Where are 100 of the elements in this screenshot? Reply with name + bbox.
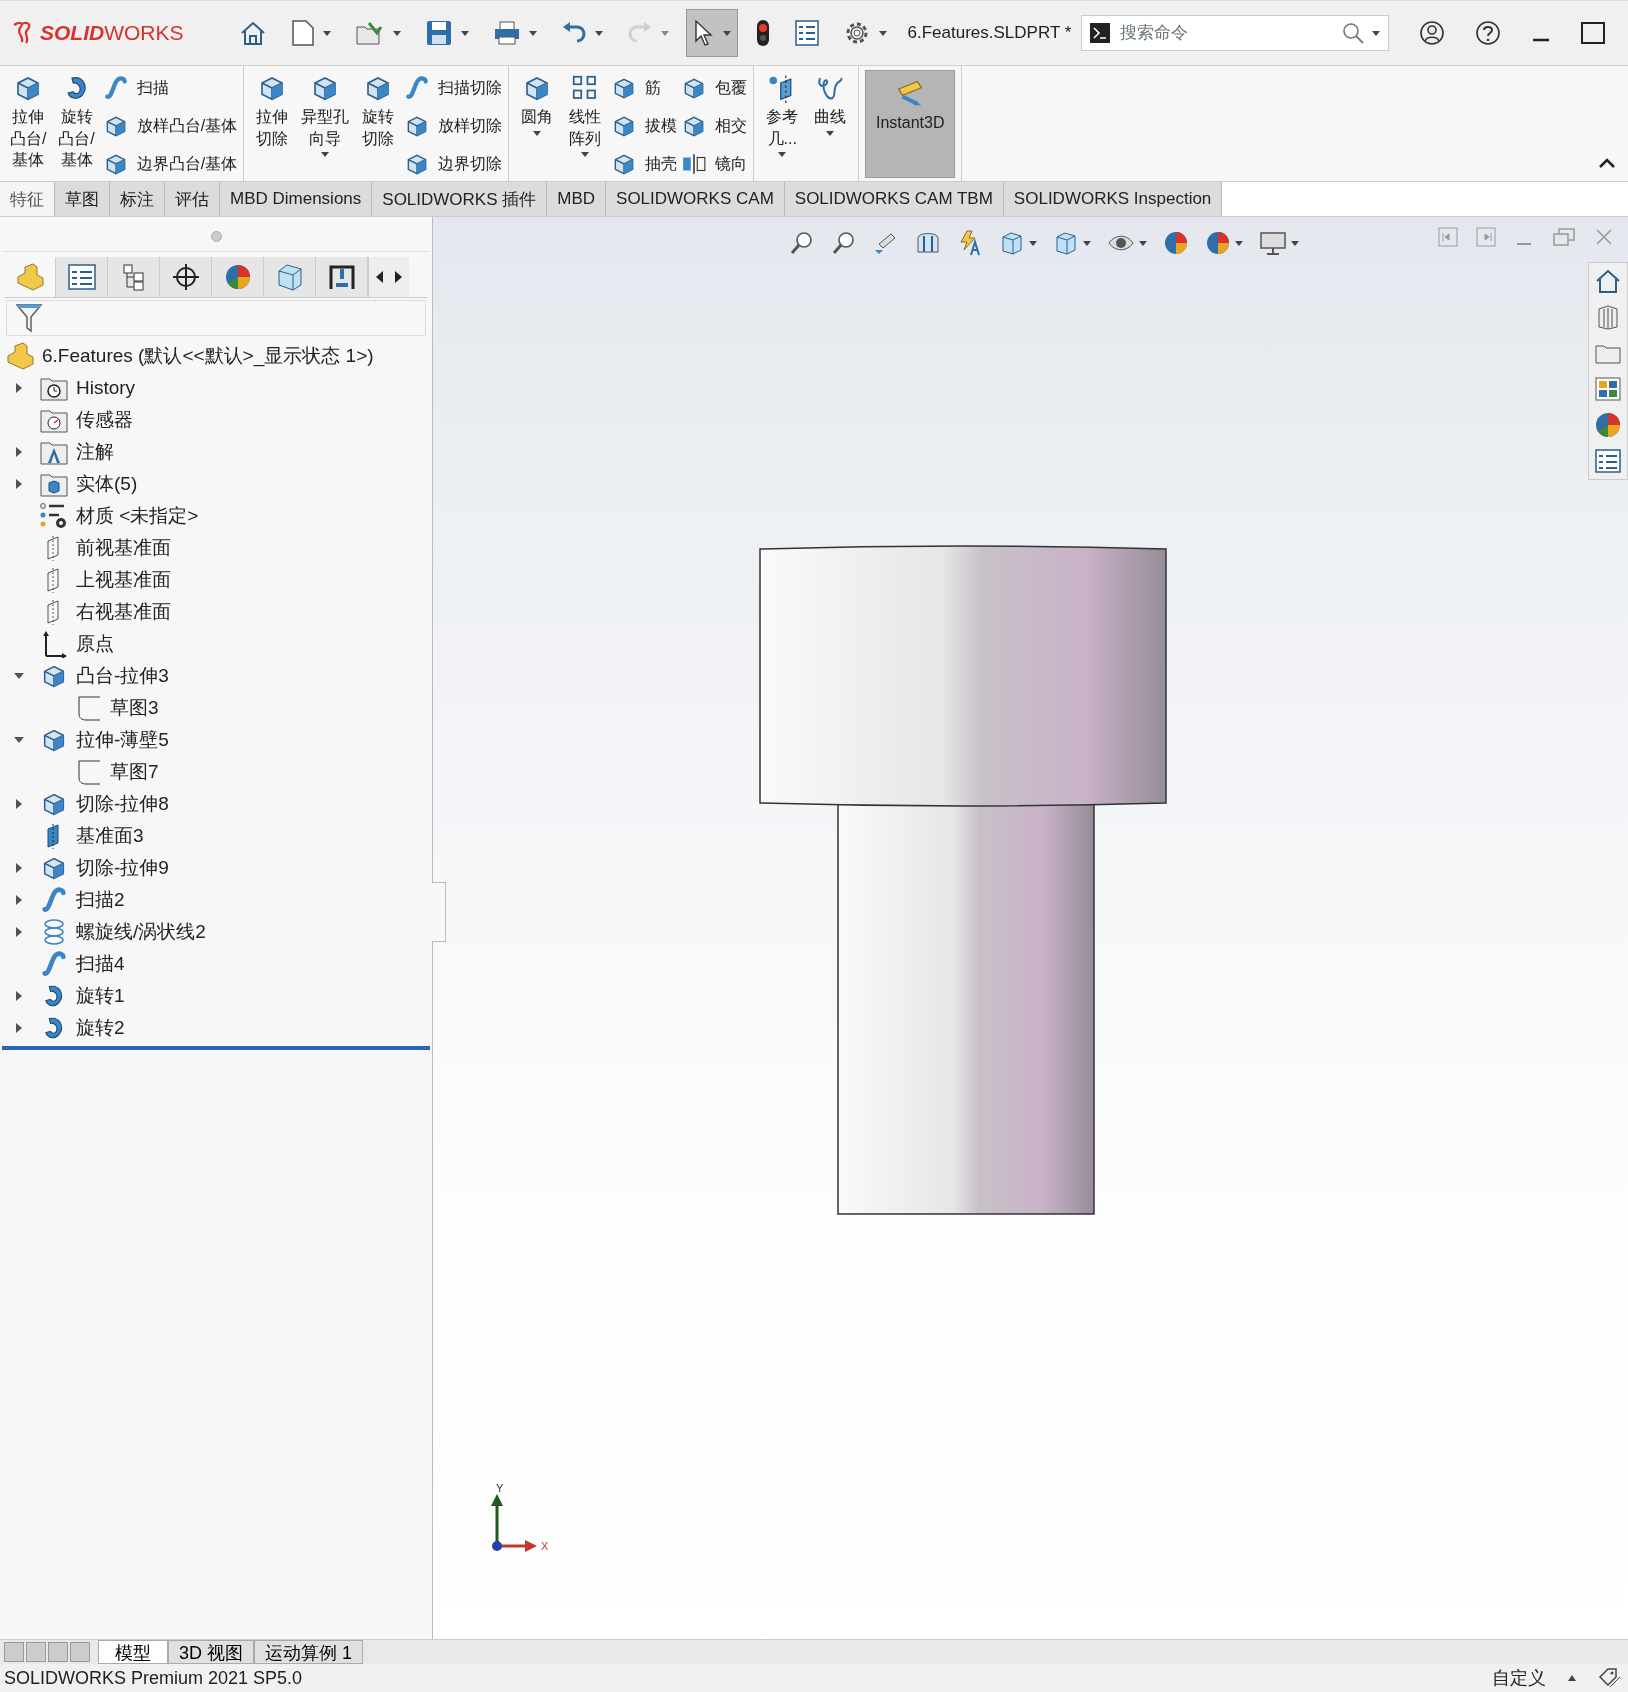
tree-item[interactable]: 材质 <未指定>: [76, 503, 199, 529]
ribbon-button[interactable]: 参考几...: [760, 70, 805, 178]
expand-arrow-icon[interactable]: [14, 383, 24, 393]
search-input[interactable]: 搜索命令: [1118, 22, 1335, 44]
ribbon-button[interactable]: Instant3D: [865, 70, 956, 178]
ribbon-button[interactable]: 边界凸台/基体: [102, 148, 238, 180]
caret-icon[interactable]: [322, 30, 331, 36]
ribbon-button[interactable]: 镜向: [681, 148, 748, 180]
collapse-ribbon-icon[interactable]: [1598, 157, 1616, 169]
panel-tab[interactable]: [160, 257, 212, 297]
caret-icon[interactable]: [826, 130, 835, 136]
ribbon-button[interactable]: 包覆: [681, 72, 748, 104]
tab[interactable]: 标注: [110, 182, 165, 216]
caret-icon[interactable]: [594, 30, 603, 36]
cube-icon[interactable]: [999, 230, 1025, 256]
tab[interactable]: SOLIDWORKS CAM TBM: [784, 182, 1004, 216]
tree-item[interactable]: 原点: [76, 631, 114, 657]
collapse-arrow-icon[interactable]: [14, 671, 24, 681]
caret-icon[interactable]: [528, 30, 537, 36]
tab[interactable]: 3D 视图: [168, 1640, 254, 1664]
tab[interactable]: SOLIDWORKS 插件: [372, 182, 548, 216]
tree-item[interactable]: 扫描4: [76, 951, 125, 977]
tree-item[interactable]: 注解: [76, 439, 114, 465]
tree-item[interactable]: 切除-拉伸8: [76, 791, 169, 817]
filter-icon[interactable]: [15, 303, 43, 333]
home-icon[interactable]: [1594, 267, 1622, 295]
caret-icon[interactable]: [722, 30, 731, 36]
ribbon-button[interactable]: 扫描: [102, 72, 238, 104]
tree-item[interactable]: 草图3: [110, 695, 159, 721]
caret-up-icon[interactable]: [1568, 1675, 1576, 1681]
ribbon-button[interactable]: 放样切除: [404, 110, 503, 142]
expand-arrow-icon[interactable]: [14, 863, 24, 873]
expand-arrow-icon[interactable]: [14, 1023, 24, 1033]
expand-arrow-icon[interactable]: [14, 895, 24, 905]
color-sphere-icon[interactable]: [1594, 411, 1622, 439]
tile-left-icon[interactable]: [1438, 227, 1458, 247]
panel-tab[interactable]: [56, 257, 108, 297]
ribbon-button[interactable]: 拉伸凸台/基体: [6, 70, 51, 178]
tree-item[interactable]: 凸台-拉伸3: [76, 663, 169, 689]
units-menu[interactable]: 自定义: [1492, 1666, 1546, 1690]
caret-icon[interactable]: [1291, 240, 1299, 246]
tree-item[interactable]: 实体(5): [76, 471, 138, 497]
tab[interactable]: 运动算例 1: [254, 1640, 364, 1664]
tree-item[interactable]: 拉伸-薄壁5: [76, 727, 169, 753]
ribbon-button[interactable]: 旋转凸台/基体: [54, 70, 99, 178]
expand-arrow-icon[interactable]: [14, 479, 24, 489]
search-icon[interactable]: [1342, 22, 1365, 44]
list-icon[interactable]: [1594, 447, 1622, 475]
ribbon-button[interactable]: 圆角: [515, 70, 560, 178]
cube-icon[interactable]: [1053, 230, 1079, 256]
scroll-right-icon[interactable]: [393, 271, 403, 283]
caret-icon[interactable]: [321, 152, 330, 158]
tree-item[interactable]: 右视基准面: [76, 599, 171, 625]
ribbon-button[interactable]: 线性阵列: [563, 70, 608, 178]
caret-icon[interactable]: [392, 30, 401, 36]
caret-icon[interactable]: [878, 30, 887, 36]
palette-icon[interactable]: [1594, 375, 1622, 403]
tab[interactable]: SOLIDWORKS Inspection: [1003, 182, 1223, 216]
caret-icon[interactable]: [1083, 240, 1091, 246]
search-field[interactable]: 搜索命令: [1081, 15, 1390, 51]
tile-right-icon[interactable]: [1476, 227, 1496, 247]
ribbon-button[interactable]: 旋转切除: [356, 70, 401, 178]
ribbon-button[interactable]: 相交: [681, 110, 748, 142]
ribbon-button[interactable]: 放样凸台/基体: [102, 110, 238, 142]
tab[interactable]: SOLIDWORKS CAM: [606, 182, 785, 216]
tree-item[interactable]: 扫描2: [76, 887, 125, 913]
tree-item[interactable]: 上视基准面: [76, 567, 171, 593]
expand-arrow-icon[interactable]: [14, 927, 24, 937]
splitter-handle[interactable]: [210, 230, 222, 242]
panel-tab[interactable]: [316, 257, 368, 297]
caret-icon[interactable]: [1139, 240, 1147, 246]
tree-item[interactable]: 螺旋线/涡状线2: [76, 919, 206, 945]
expand-arrow-icon[interactable]: [14, 799, 24, 809]
tree-item[interactable]: 传感器: [76, 407, 133, 433]
ribbon-button[interactable]: 拉伸切除: [250, 70, 295, 178]
tree-item[interactable]: 前视基准面: [76, 535, 171, 561]
tab[interactable]: 特征: [0, 182, 55, 216]
tree-item[interactable]: 旋转1: [76, 983, 125, 1009]
tree-root-item[interactable]: 6.Features (默认<<默认>_显示状态 1>): [42, 343, 374, 369]
monitor-icon[interactable]: [1259, 230, 1287, 256]
caret-icon[interactable]: [778, 152, 787, 158]
caret-icon[interactable]: [460, 30, 469, 36]
collapse-arrow-icon[interactable]: [14, 735, 24, 745]
panel-collapse-handle[interactable]: [432, 882, 446, 942]
help-icon[interactable]: [1475, 20, 1502, 46]
tab[interactable]: MBD: [547, 182, 607, 216]
tree-item[interactable]: History: [76, 377, 136, 399]
caret-icon[interactable]: [1029, 240, 1037, 246]
tab[interactable]: 模型: [98, 1640, 168, 1664]
caret-icon[interactable]: [581, 152, 590, 158]
maximize-icon[interactable]: [1581, 22, 1606, 44]
caret-icon[interactable]: [533, 130, 542, 136]
ribbon-button[interactable]: 筋: [611, 72, 678, 104]
ribbon-button[interactable]: 抽壳: [611, 148, 678, 180]
tree-item[interactable]: 基准面3: [76, 823, 144, 849]
toolbar-button[interactable]: [685, 9, 738, 57]
color-sphere-icon[interactable]: [1205, 230, 1231, 256]
tree-item[interactable]: 旋转2: [76, 1015, 125, 1041]
caret-icon[interactable]: [1235, 240, 1243, 246]
tab[interactable]: 评估: [165, 182, 220, 216]
